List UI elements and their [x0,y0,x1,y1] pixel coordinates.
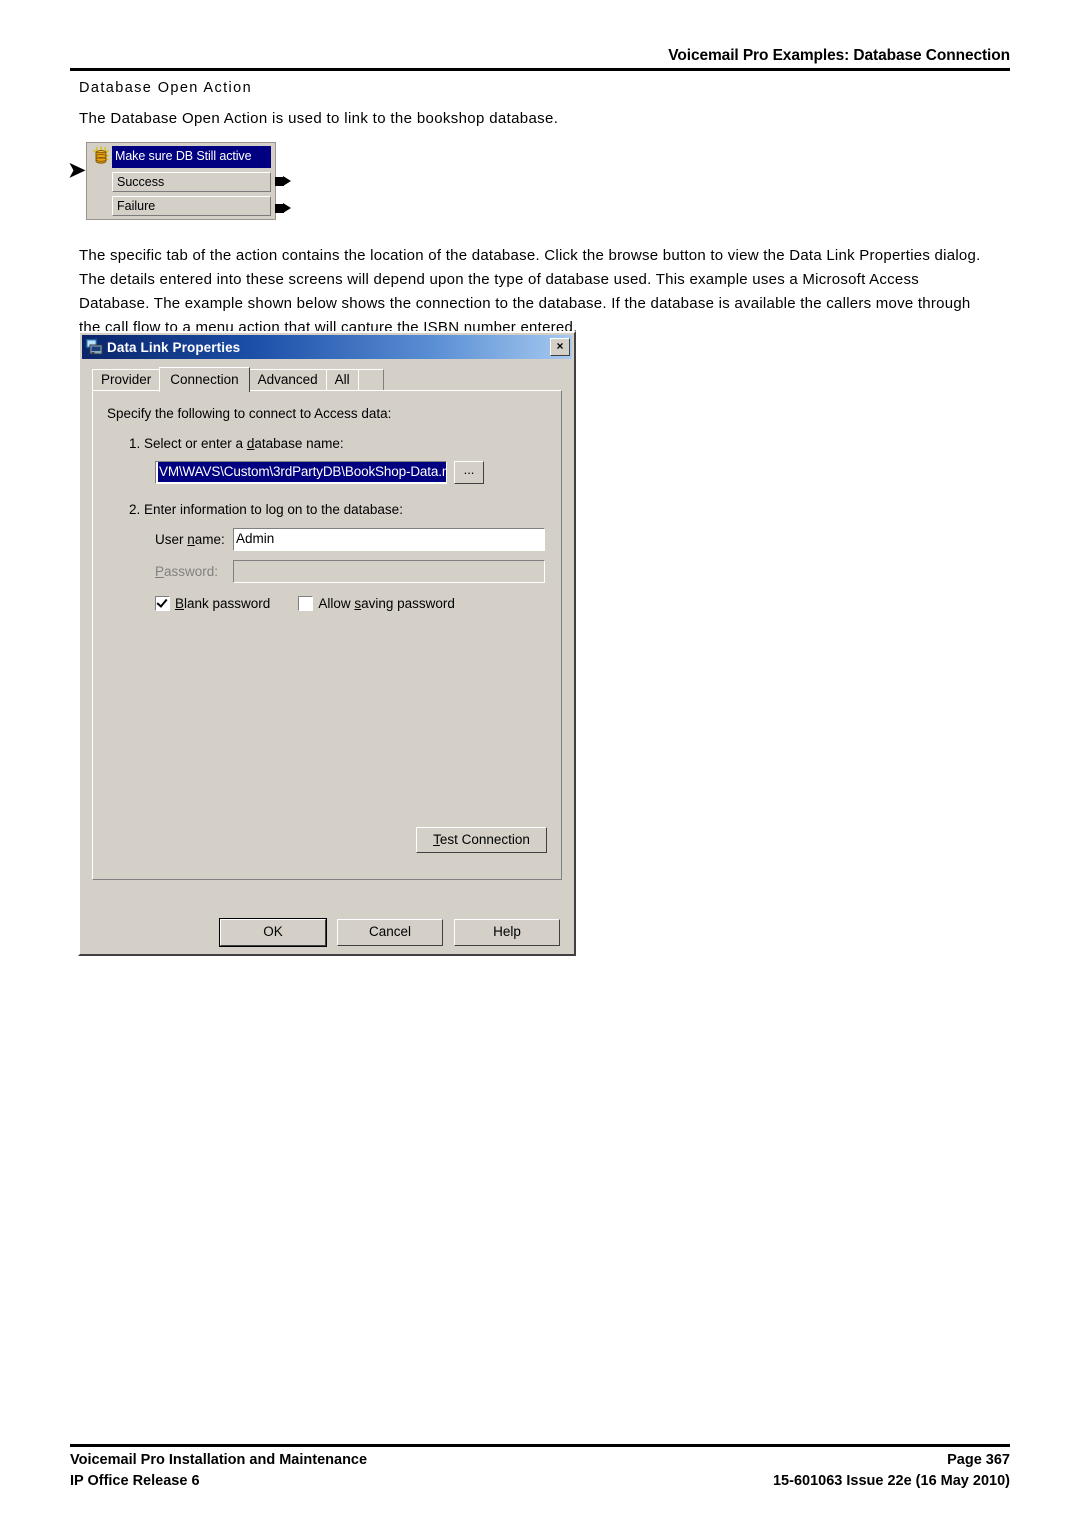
step1-label-suffix: atabase name: [254,436,344,451]
allow-saving-password-label[interactable]: Allow saving password [318,594,455,613]
flow-connector-failure[interactable] [275,203,292,214]
allow-saving-password-checkbox[interactable] [298,596,314,611]
flowchart-node-container: ➤ Make sure DB Still active Success Fail… [68,140,348,240]
tab-all[interactable]: All [325,369,359,390]
step2-label-suffix: on to the database: [283,502,403,517]
connector-arrow-icon [283,176,291,186]
page-header: Voicemail Pro Examples: Database Connect… [70,46,1010,71]
page-footer: Voicemail Pro Installation and Maintenan… [70,1444,1010,1492]
test-connection-accesskey: T [433,832,440,847]
password-label: Password: [155,562,233,581]
step2-label-accesskey: g [276,502,284,517]
username-input[interactable]: Admin [233,528,545,551]
tabstrip-filler [357,369,384,390]
tab-provider[interactable]: Provider [92,369,161,390]
flow-node-title: Make sure DB Still active [112,146,271,168]
flowchart-action-node[interactable]: Make sure DB Still active Success Failur… [86,142,276,220]
blank-password-text: lank password [184,596,271,611]
blank-password-label[interactable]: Blank password [175,594,270,613]
tab-connection[interactable]: Connection [159,367,250,392]
browse-button[interactable]: ... [454,461,484,484]
page-header-title: Voicemail Pro Examples: Database Connect… [668,47,1010,64]
footer-document-id: 15-601063 Issue 22e (16 May 2010) [772,1473,1010,1489]
blank-password-accesskey: B [175,596,185,611]
username-label: User name: [155,530,233,549]
connector-arrow-icon [283,203,291,213]
cancel-button[interactable]: Cancel [337,919,443,946]
flow-node-header: Make sure DB Still active [90,146,271,168]
header-divider [70,68,1010,71]
connection-instruction: Specify the following to connect to Acce… [107,406,392,421]
ok-button[interactable]: OK [219,918,327,947]
footer-row-2: IP Office Release 6 15-601063 Issue 22e … [70,1471,1010,1492]
step2-label: 2. Enter information to log on to the da… [129,500,547,519]
section-heading: Database Open Action [79,80,253,96]
allow-saving-prefix: Allow [318,596,355,611]
dialog-button-bar: OK Cancel Help [80,918,574,947]
footer-row-1: Voicemail Pro Installation and Maintenan… [70,1450,1010,1471]
dialog-title: Data Link Properties [107,339,241,355]
footer-product-name: Voicemail Pro Installation and Maintenan… [70,1452,368,1468]
document-page: Voicemail Pro Examples: Database Connect… [0,0,1080,1528]
username-row: User name: Admin [155,528,547,551]
footer-page-number: Page 367 [947,1452,1010,1468]
password-label-suffix: assword: [164,564,219,579]
data-link-icon [85,338,103,356]
flow-connector-success[interactable] [275,176,292,187]
dialog-titlebar[interactable]: Data Link Properties × [82,335,572,359]
password-input[interactable] [233,560,545,583]
flow-inlet-arrow-icon: ➤ [68,159,86,182]
step2-label-prefix: 2. Enter information to lo [129,502,277,517]
footer-divider [70,1444,1010,1447]
blank-password-checkbox[interactable] [155,596,170,611]
test-connection-text: est Connection [439,832,530,847]
username-label-prefix: User [155,532,188,547]
close-icon[interactable]: × [550,338,570,356]
database-icon [90,146,112,168]
body-paragraph: The specific tab of the action contains … [79,247,981,336]
database-name-row: VM\WAVS\Custom\3rdPartyDB\BookShop-Data.… [155,461,547,484]
dialog-tabstrip: Provider Connection Advanced All [92,367,574,392]
database-name-input[interactable]: VM\WAVS\Custom\3rdPartyDB\BookShop-Data.… [155,461,447,484]
password-row: Password: [155,560,547,583]
tab-advanced[interactable]: Advanced [248,369,327,390]
intro-paragraph: The Database Open Action is used to link… [79,110,559,127]
step1-label: 1. Select or enter a database name: [129,434,547,453]
footer-release: IP Office Release 6 [70,1473,200,1489]
database-name-value: VM\WAVS\Custom\3rdPartyDB\BookShop-Data.… [158,462,446,482]
step1-label-prefix: 1. Select or enter a [129,436,247,451]
password-label-accesskey: P [155,564,165,579]
help-button[interactable]: Help [454,919,560,946]
flow-branch-success[interactable]: Success [112,172,271,192]
data-link-properties-dialog: Data Link Properties × Provider Connecti… [78,331,576,956]
username-label-suffix: ame: [194,532,225,547]
allow-saving-text: aving password [361,596,455,611]
flow-branch-failure[interactable]: Failure [112,196,271,216]
password-options-row: Blank password Allow saving password [155,594,547,613]
username-label-accesskey: n [187,532,195,547]
test-connection-button[interactable]: Test Connection [416,827,547,853]
connection-tab-panel: Specify the following to connect to Acce… [92,390,562,880]
